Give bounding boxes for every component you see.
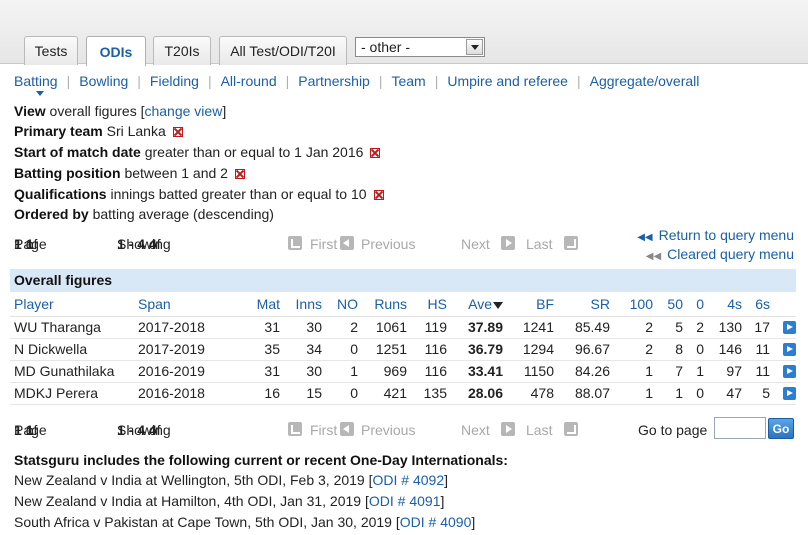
col-mat[interactable]: Mat: [236, 293, 280, 317]
chevron-down-icon: [466, 39, 483, 55]
double-arrow-left-icon: ◀◀: [637, 232, 653, 243]
remove-qualifications-icon[interactable]: [373, 190, 384, 200]
list-item: New Zealand v India at Hamilton, 4th ODI…: [14, 493, 445, 509]
table-row: MD Gunathilaka 2016-2019 31 30 1 969 116 33…: [10, 360, 796, 383]
remove-batting-position-icon[interactable]: [234, 169, 245, 179]
pager-bottom: Page 1 of 1 Showing 1 - 4 of 4 First Pre…: [14, 417, 794, 440]
col-4s[interactable]: 4s: [704, 293, 742, 317]
next-page-icon: [501, 422, 515, 436]
player-name[interactable]: MD Gunathilaka: [10, 360, 138, 383]
col-bf[interactable]: BF: [503, 293, 554, 317]
subnav-fielding[interactable]: Fielding: [150, 73, 199, 89]
previous-page-icon: [340, 236, 354, 250]
double-arrow-left-icon: ◀◀: [645, 251, 662, 262]
subnav-batting[interactable]: Batting: [14, 73, 58, 89]
return-query-menu-link[interactable]: ◀◀ Return to query menu: [637, 227, 794, 246]
format-tabs-bar: Tests ODIs T20Is All Test/ODI/T20I - oth…: [0, 0, 808, 66]
col-6s[interactable]: 6s: [742, 293, 770, 317]
subnav-team[interactable]: Team: [391, 73, 425, 89]
previous-page-link[interactable]: Previous: [361, 422, 415, 438]
player-detail-arrow-icon[interactable]: [783, 365, 796, 378]
criteria-ordered-by: Ordered by batting average (descending): [14, 206, 274, 222]
cleared-query-menu-link[interactable]: ◀◀ Cleared query menu: [637, 246, 794, 265]
col-no[interactable]: NO: [322, 293, 358, 317]
col-ave[interactable]: Ave: [447, 293, 503, 317]
tab-tests[interactable]: Tests: [24, 36, 78, 65]
last-page-icon: [564, 422, 578, 436]
criteria-batting-position: Batting position between 1 and 2: [14, 164, 245, 182]
player-name[interactable]: WU Tharanga: [10, 316, 138, 339]
player-name[interactable]: MDKJ Perera: [10, 382, 138, 405]
goto-page-label: Go to page: [638, 422, 708, 438]
tab-all-formats[interactable]: All Test/ODI/T20I: [219, 36, 347, 65]
subnav-aggregate[interactable]: Aggregate/overall: [590, 73, 700, 89]
col-0[interactable]: 0: [683, 293, 704, 317]
list-item: South Africa v Pakistan at Cape Town, 5t…: [14, 514, 476, 530]
previous-page-link[interactable]: Previous: [361, 236, 415, 252]
list-item: New Zealand v India at Wellington, 5th O…: [14, 472, 448, 488]
results-title: Overall figures: [10, 269, 796, 292]
criteria-start-date: Start of match date greater than or equa…: [14, 143, 381, 161]
remove-start-date-icon[interactable]: [370, 148, 381, 158]
tab-odis[interactable]: ODIs: [86, 36, 146, 66]
change-view-link[interactable]: change view: [144, 103, 222, 119]
goto-page-input[interactable]: [714, 417, 766, 439]
first-page-icon: [288, 422, 302, 436]
player-detail-arrow-icon[interactable]: [783, 387, 796, 400]
other-format-select[interactable]: - other -: [355, 37, 485, 57]
first-page-link[interactable]: First: [310, 236, 337, 252]
col-span[interactable]: Span: [138, 293, 236, 317]
last-page-icon: [564, 236, 578, 250]
table-row: MDKJ Perera 2016-2018 16 15 0 421 135 28.06…: [10, 382, 796, 405]
col-50[interactable]: 50: [653, 293, 683, 317]
next-page-icon: [501, 236, 515, 250]
odi-link[interactable]: ODI # 4092: [373, 472, 445, 488]
stat-type-nav: Batting | Bowling | Fielding | All-round | P…: [14, 73, 700, 89]
player-detail-arrow-icon[interactable]: [783, 321, 796, 334]
last-page-link[interactable]: Last: [526, 422, 552, 438]
query-menu-links: ◀◀ Return to query menu ◀◀ Cleared query m…: [637, 227, 794, 265]
odi-link[interactable]: ODI # 4090: [400, 514, 472, 530]
other-select-value: - other -: [361, 39, 411, 55]
col-player[interactable]: Player: [10, 293, 138, 317]
col-sr[interactable]: SR: [554, 293, 610, 317]
last-page-link[interactable]: Last: [526, 236, 552, 252]
previous-page-icon: [340, 422, 354, 436]
next-page-link[interactable]: Next: [461, 236, 490, 252]
table-header-row: Player Span Mat Inns NO Runs HS Ave BF S…: [10, 293, 796, 317]
odi-link[interactable]: ODI # 4091: [369, 493, 441, 509]
results-table: Player Span Mat Inns NO Runs HS Ave BF S…: [10, 293, 796, 405]
col-inns[interactable]: Inns: [280, 293, 322, 317]
player-name[interactable]: N Dickwella: [10, 338, 138, 361]
subnav-bowling[interactable]: Bowling: [79, 73, 128, 89]
col-hs[interactable]: HS: [407, 293, 447, 317]
col-100[interactable]: 100: [610, 293, 653, 317]
player-detail-arrow-icon[interactable]: [783, 343, 796, 356]
table-row: N Dickwella 2017-2019 35 34 0 1251 116 36.7…: [10, 338, 796, 361]
next-page-link[interactable]: Next: [461, 422, 490, 438]
selected-indicator-icon: [36, 91, 44, 96]
subnav-umpire-referee[interactable]: Umpire and referee: [447, 73, 568, 89]
remove-primary-team-icon[interactable]: [172, 127, 183, 137]
table-row: WU Tharanga 2017-2018 31 30 2 1061 119 37.8…: [10, 316, 796, 339]
criteria-qualifications: Qualifications innings batted greater th…: [14, 185, 384, 203]
first-page-link[interactable]: First: [310, 422, 337, 438]
tab-t20is[interactable]: T20Is: [153, 36, 211, 65]
first-page-icon: [288, 236, 302, 250]
criteria-primary-team: Primary team Sri Lanka: [14, 122, 183, 140]
go-button[interactable]: Go: [768, 418, 794, 439]
subnav-all-round[interactable]: All-round: [221, 73, 277, 89]
subnav-partnership[interactable]: Partnership: [298, 73, 370, 89]
col-runs[interactable]: Runs: [358, 293, 407, 317]
sort-desc-icon: [493, 302, 503, 310]
criteria-view: View overall figures [change view]: [14, 103, 227, 119]
notes-title: Statsguru includes the following current…: [14, 452, 508, 468]
